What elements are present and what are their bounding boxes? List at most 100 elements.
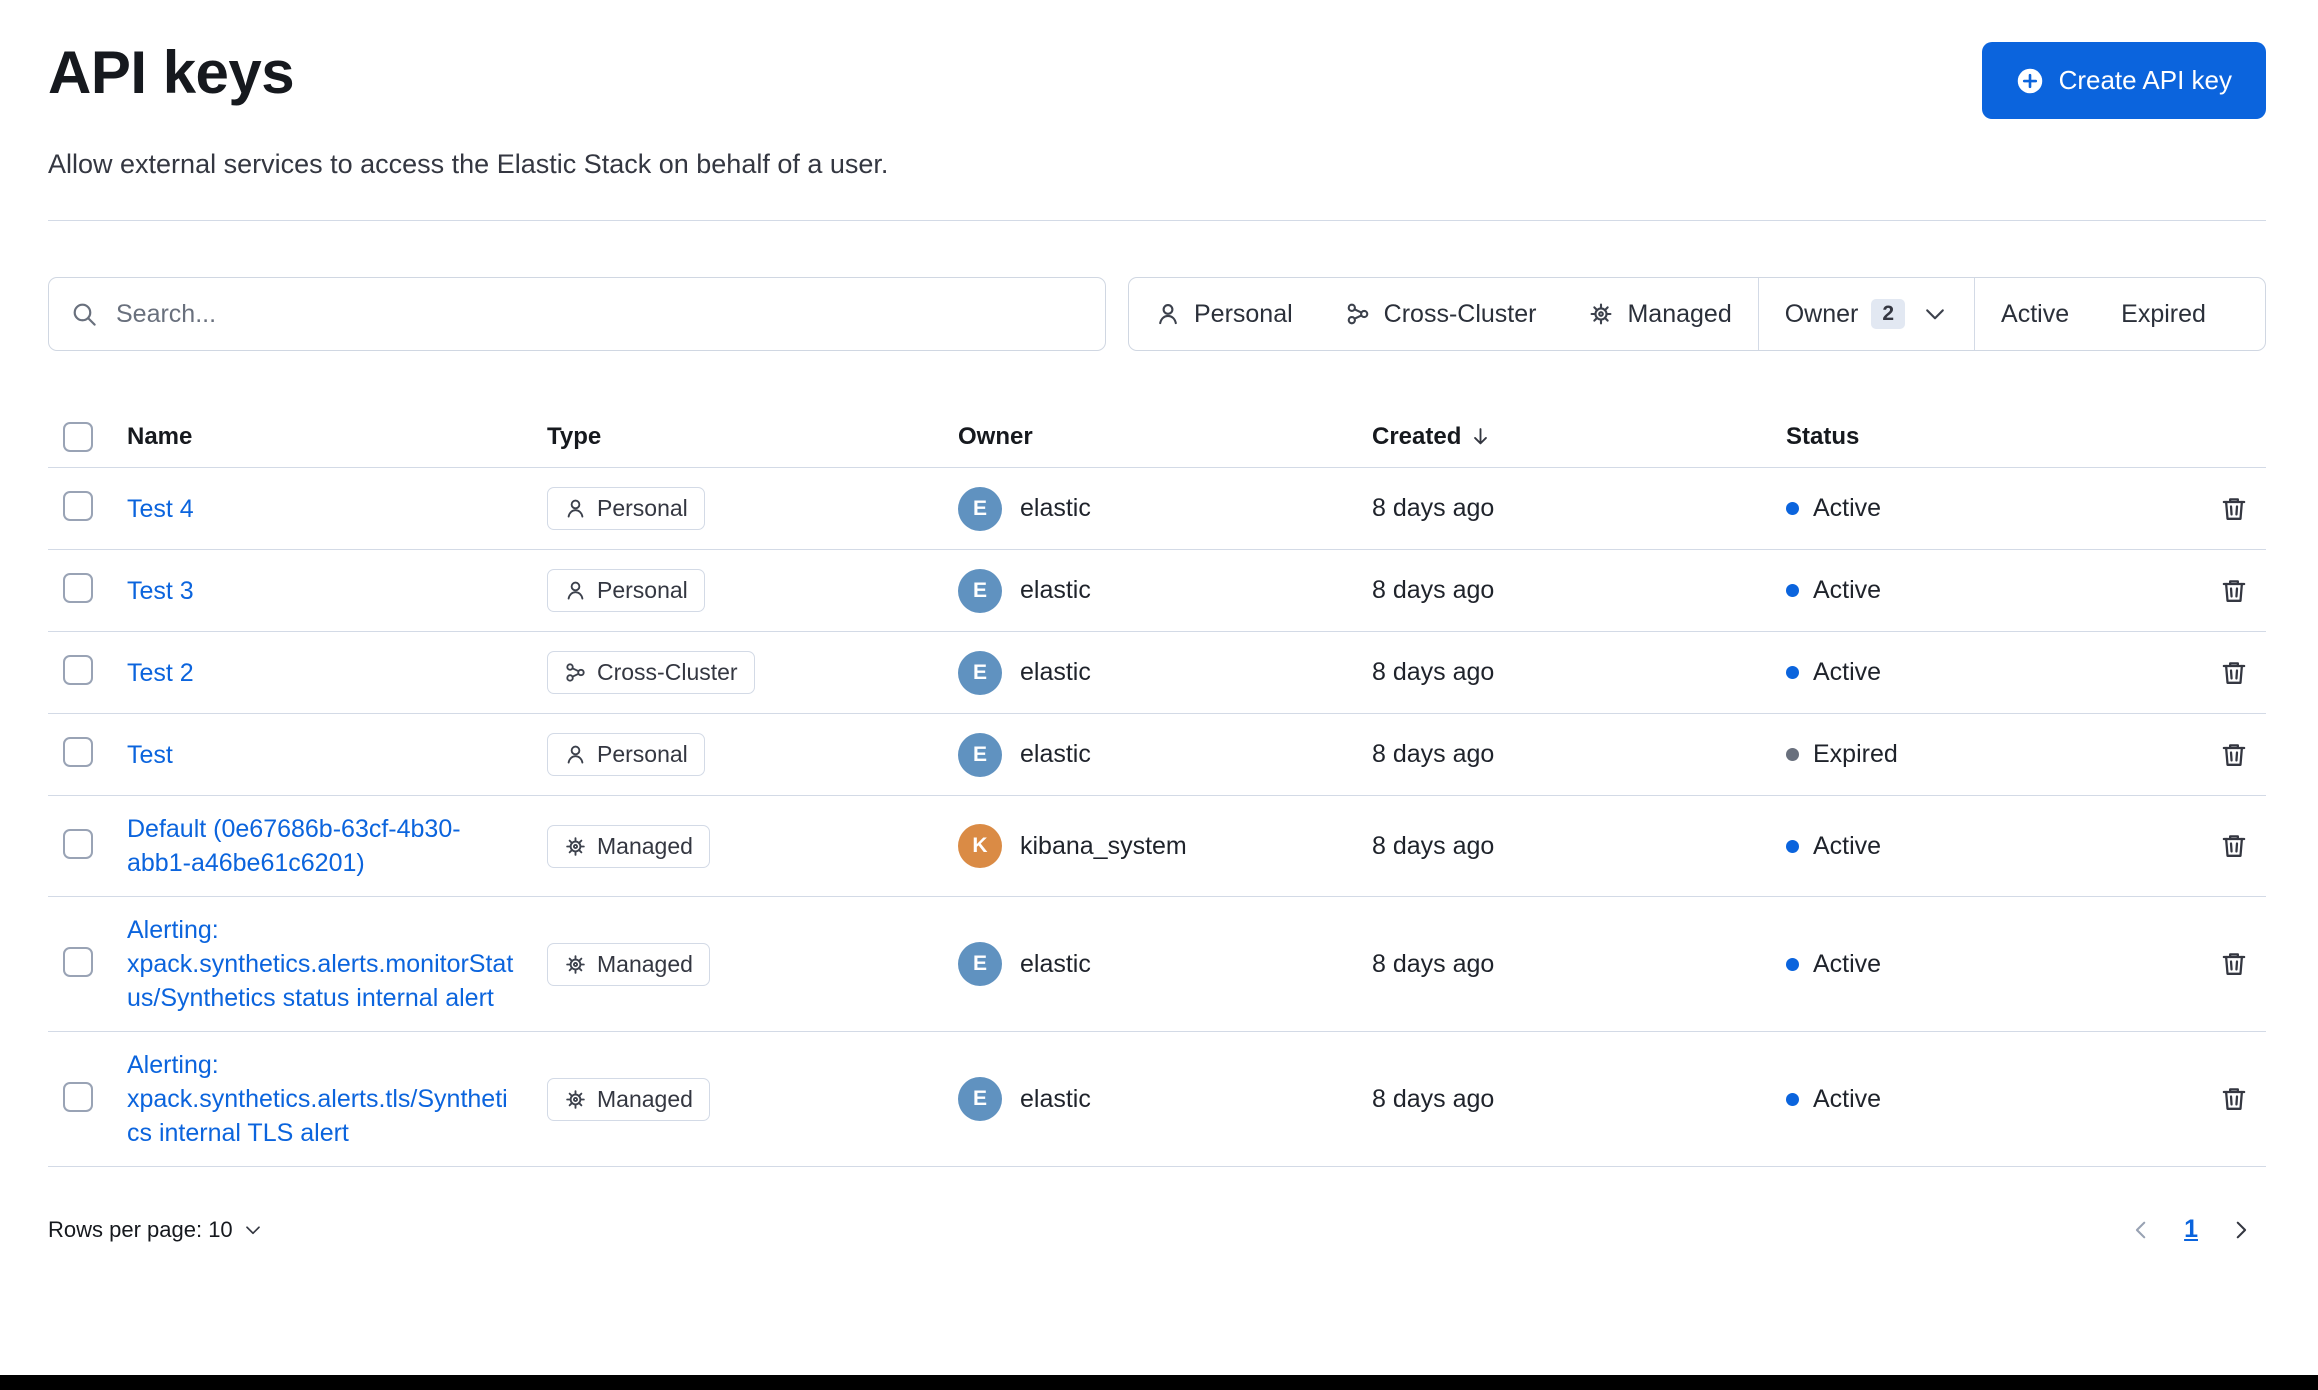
avatar: E [958,486,1002,531]
status-label: Active [1813,494,1882,522]
row-checkbox[interactable] [63,573,93,603]
avatar: E [958,650,1002,695]
row-checkbox[interactable] [63,737,93,767]
gear-icon [1588,301,1614,327]
avatar: E [958,732,1002,777]
api-key-name-link[interactable]: Test 2 [127,656,194,690]
api-key-name-link[interactable]: Default (0e67686b-63cf-4b30-abb1-a46be61… [127,812,517,880]
filter-managed[interactable]: Managed [1562,278,1757,350]
table-row: Test Personal Eelastic 8 days ago Expire… [48,714,2266,796]
delete-button[interactable] [2220,495,2248,523]
header-divider [48,220,2266,221]
type-badge: Managed [547,942,710,986]
gear-icon [564,835,587,858]
chevron-right-icon [2228,1217,2254,1243]
api-key-name-link[interactable]: Alerting: xpack.synthetics.alerts.tls/Sy… [127,1048,517,1150]
filter-expired-label: Expired [2121,299,2206,328]
trash-icon [2220,832,2248,860]
row-checkbox[interactable] [63,1081,93,1112]
table-footer: Rows per page: 10 1 [48,1215,2266,1244]
delete-button[interactable] [2220,659,2248,687]
row-checkbox[interactable] [63,491,93,521]
rows-per-page-button[interactable]: Rows per page: 10 [48,1217,263,1243]
type-badge-label: Managed [597,1085,693,1112]
user-icon [564,497,587,520]
table-row: Test 3 Personal Eelastic 8 days ago Acti… [48,550,2266,632]
status-dot [1786,1092,1799,1106]
next-page-button[interactable] [2228,1217,2254,1243]
status-dot [1786,502,1799,515]
filter-expired[interactable]: Expired [2095,278,2232,350]
status-label: Active [1813,831,1882,860]
column-header-created[interactable]: Created [1372,423,1786,451]
filter-active[interactable]: Active [1975,278,2095,350]
owner-name: elastic [1020,1084,1091,1113]
previous-page-button[interactable] [2128,1217,2154,1243]
status-label: Expired [1813,740,1898,768]
type-badge-label: Managed [597,950,693,977]
table-row: Alerting: xpack.synthetics.alerts.tls/Sy… [48,1032,2266,1167]
rows-per-page-label: Rows per page: 10 [48,1216,233,1242]
owner-filter-count-badge: 2 [1871,299,1906,329]
table-row: Test 2 Cross-Cluster Eelastic 8 days ago… [48,632,2266,714]
sort-descending-icon [1469,425,1492,448]
delete-button[interactable] [2220,577,2248,605]
row-checkbox[interactable] [63,655,93,685]
created-cell: 8 days ago [1372,494,1495,522]
delete-button[interactable] [2220,832,2248,860]
column-header-status: Status [1786,422,1860,450]
pagination: 1 [2128,1215,2254,1244]
status-dot [1786,666,1799,679]
type-badge: Managed [547,824,710,868]
avatar: E [958,942,1002,986]
api-keys-page: API keys Create API key Allow external s… [0,0,2318,1244]
owner-name: elastic [1020,949,1091,978]
chevron-down-icon [1922,301,1948,327]
created-cell: 8 days ago [1372,1084,1495,1113]
delete-button[interactable] [2220,1085,2248,1113]
status-label: Active [1813,658,1882,686]
user-icon [564,579,587,602]
search-box [48,277,1106,351]
owner-name: elastic [1020,740,1091,768]
column-header-name: Name [127,422,193,450]
avatar: K [958,824,1002,868]
owner-name: elastic [1020,658,1091,686]
row-checkbox[interactable] [63,946,93,977]
column-header-type: Type [547,422,602,450]
search-input[interactable] [114,298,1083,330]
trash-icon [2220,950,2248,978]
owner-name: elastic [1020,576,1091,604]
avatar: E [958,568,1002,613]
select-all-checkbox[interactable] [63,421,93,452]
type-badge: Personal [547,487,705,530]
type-badge-label: Personal [597,741,688,767]
row-checkbox[interactable] [63,828,93,859]
page-number-1[interactable]: 1 [2184,1215,2198,1244]
status-dot [1786,584,1799,597]
page-header: API keys Create API key [48,38,2266,119]
filter-active-label: Active [2001,299,2070,328]
trash-icon [2220,741,2248,769]
filter-personal[interactable]: Personal [1129,278,1319,350]
api-key-name-link[interactable]: Alerting: xpack.synthetics.alerts.monito… [127,913,517,1015]
page-title: API keys [48,39,295,106]
status-dot [1786,839,1799,853]
api-key-name-link[interactable]: Test 4 [127,492,194,526]
bottom-screen-edge-bar [0,1375,2318,1390]
table-row: Test 4 Personal Eelastic 8 days ago Acti… [48,468,2266,550]
type-badge: Managed [547,1077,710,1121]
api-keys-table: Name Type Owner Created Status Test 4 Pe… [48,406,2266,1167]
type-badge-label: Cross-Cluster [597,659,738,685]
trash-icon [2220,495,2248,523]
api-key-name-link[interactable]: Test 3 [127,574,194,608]
created-cell: 8 days ago [1372,949,1495,978]
owner-filter-dropdown[interactable]: Owner 2 [1759,278,1974,350]
delete-button[interactable] [2220,950,2248,978]
filter-cross-cluster[interactable]: Cross-Cluster [1319,278,1563,350]
create-api-key-button[interactable]: Create API key [1981,42,2266,119]
api-key-name-link[interactable]: Test [127,738,173,772]
delete-button[interactable] [2220,741,2248,769]
table-row: Default (0e67686b-63cf-4b30-abb1-a46be61… [48,796,2266,897]
plus-circle-icon [2016,67,2044,95]
